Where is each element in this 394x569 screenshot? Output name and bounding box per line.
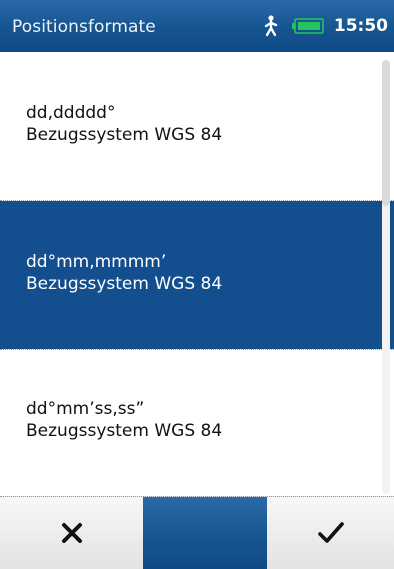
datum-label: Bezugssystem WGS 84: [26, 421, 223, 441]
battery-icon: [291, 18, 324, 34]
status-indicators: 15:50: [262, 14, 388, 38]
datum-label: Bezugssystem WGS 84: [26, 125, 223, 145]
cancel-button[interactable]: [0, 497, 143, 569]
format-label: dd,ddddd°: [26, 103, 116, 123]
list-item[interactable]: dd,ddddd° Bezugssystem WGS 84: [0, 52, 394, 200]
status-bar: Positionsformate 15:50: [0, 0, 394, 52]
list-item[interactable]: dd°mm’ss,ss” Bezugssystem WGS 84: [0, 350, 394, 496]
datum-label: Bezugssystem WGS 84: [26, 274, 223, 294]
checkmark-icon: [317, 522, 344, 543]
scrollbar-thumb[interactable]: [382, 60, 390, 206]
pedestrian-mode-icon: [264, 15, 278, 37]
format-label: dd°mm’ss,ss”: [26, 399, 145, 419]
format-label: dd°mm,mmmm’: [26, 252, 167, 272]
list-item-selected[interactable]: dd°mm,mmmm’ Bezugssystem WGS 84: [0, 201, 394, 349]
middle-button[interactable]: [143, 497, 267, 569]
confirm-button[interactable]: [267, 497, 394, 569]
page-title: Positionsformate: [12, 17, 156, 37]
position-format-list: dd,ddddd° Bezugssystem WGS 84 dd°mm,mmmm…: [0, 52, 394, 496]
clock: 15:50: [333, 16, 388, 36]
close-icon: [61, 523, 82, 543]
bottom-toolbar: [0, 496, 394, 569]
